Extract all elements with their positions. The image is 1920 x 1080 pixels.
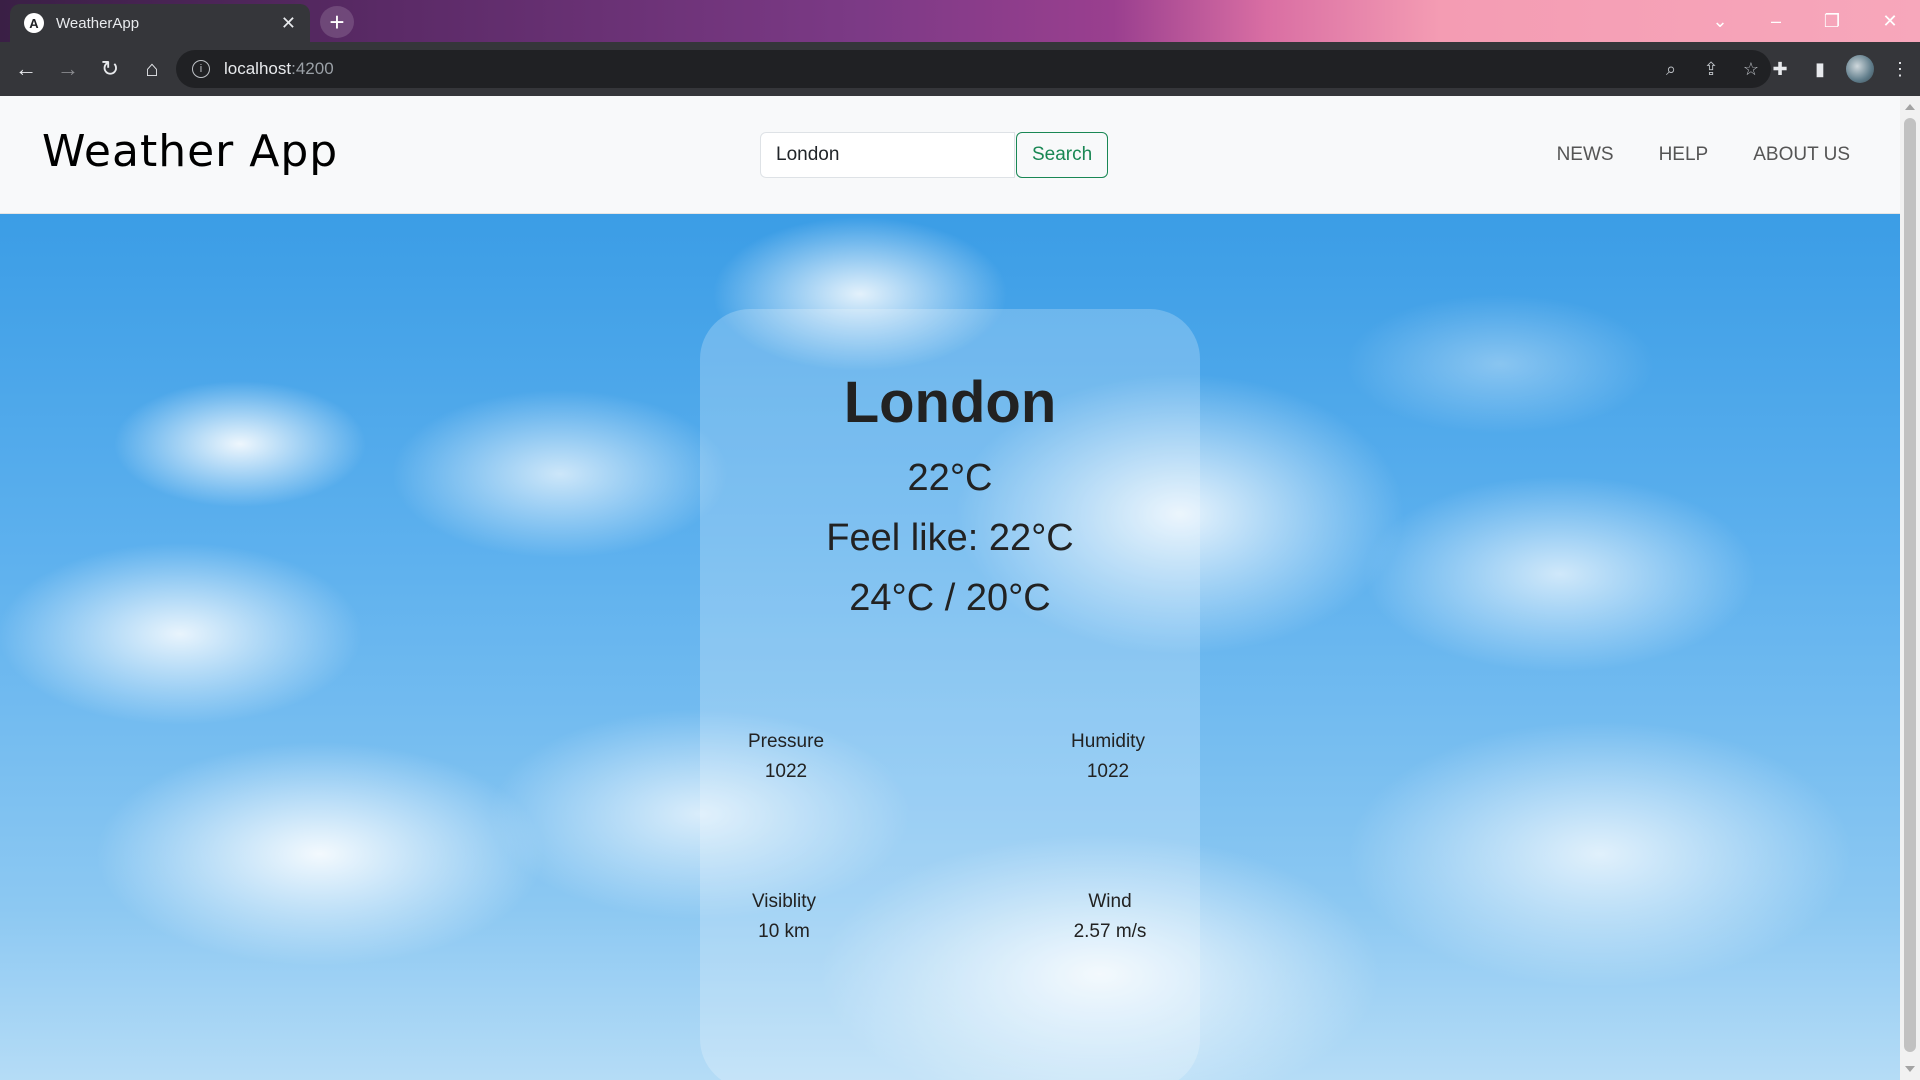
wind-stat: Wind 2.57 m/s xyxy=(1040,887,1180,947)
min-max-temperature: 24°C / 20°C xyxy=(849,577,1051,619)
extensions-icon[interactable]: ✚ xyxy=(1760,59,1800,80)
app-navbar: Weather App Search NEWS HELP ABOUT US xyxy=(0,96,1900,214)
nav-link-help[interactable]: HELP xyxy=(1659,144,1709,166)
humidity-label: Humidity xyxy=(1071,731,1145,752)
minimize-button[interactable]: – xyxy=(1748,0,1804,42)
tab-title: WeatherApp xyxy=(56,14,140,32)
address-bar[interactable]: i localhost:4200 ⌕ ⇪ ☆ xyxy=(176,50,1771,88)
city-search-input[interactable] xyxy=(760,132,1015,178)
side-panel-icon[interactable]: ▮ xyxy=(1800,59,1840,80)
browser-tabstrip: A WeatherApp ✕ + ⌄ – ❐ ✕ xyxy=(0,0,1920,42)
current-temperature: 22°C xyxy=(907,457,993,499)
zoom-icon[interactable]: ⌕ xyxy=(1651,59,1691,80)
wind-value: 2.57 m/s xyxy=(1073,921,1147,942)
back-button[interactable]: ← xyxy=(6,49,46,89)
home-button[interactable]: ⌂ xyxy=(132,49,172,89)
humidity-value: 1022 xyxy=(1086,761,1130,782)
nav-link-news[interactable]: NEWS xyxy=(1557,144,1614,166)
wind-label: Wind xyxy=(1088,891,1132,912)
new-tab-button[interactable]: + xyxy=(320,6,354,38)
url-port: :4200 xyxy=(291,59,334,78)
tab-search-icon[interactable]: ⌄ xyxy=(1692,0,1748,42)
scroll-down-arrow-icon[interactable] xyxy=(1905,1066,1915,1072)
menu-kebab-icon[interactable]: ⋮ xyxy=(1880,59,1920,80)
site-info-icon[interactable]: i xyxy=(192,60,210,78)
app-brand[interactable]: Weather App xyxy=(42,126,338,177)
page-viewport: Weather App Search NEWS HELP ABOUT US Lo… xyxy=(0,96,1900,1080)
profile-avatar[interactable] xyxy=(1846,55,1874,83)
page-scrollbar[interactable] xyxy=(1900,96,1920,1080)
city-name: London xyxy=(843,370,1057,435)
pressure-value: 1022 xyxy=(764,761,808,782)
nav-links: NEWS HELP ABOUT US xyxy=(1512,96,1850,214)
search-form: Search xyxy=(760,132,1109,178)
weather-card: London 22°C Feel like: 22°C 24°C / 20°C … xyxy=(700,309,1200,1080)
scrollbar-thumb[interactable] xyxy=(1904,118,1916,1052)
browser-tab[interactable]: A WeatherApp ✕ xyxy=(10,4,310,42)
pressure-label: Pressure xyxy=(747,731,825,752)
window-close-button[interactable]: ✕ xyxy=(1862,0,1918,42)
url-host: localhost xyxy=(224,59,292,78)
share-icon[interactable]: ⇪ xyxy=(1691,59,1731,80)
reload-button[interactable]: ↻ xyxy=(90,49,130,89)
angular-favicon-icon: A xyxy=(24,13,44,33)
humidity-stat: Humidity 1022 xyxy=(1038,727,1178,787)
visibility-label: Visiblity xyxy=(751,891,817,912)
visibility-value: 10 km xyxy=(758,921,810,942)
visibility-stat: Visiblity 10 km xyxy=(714,887,854,947)
pressure-stat: Pressure 1022 xyxy=(716,727,856,787)
close-tab-icon[interactable]: ✕ xyxy=(281,13,296,34)
restore-button[interactable]: ❐ xyxy=(1804,0,1860,42)
forward-button[interactable]: → xyxy=(48,49,88,89)
browser-toolbar: ← → ↻ ⌂ i localhost:4200 ⌕ ⇪ ☆ ✚ ▮ ⋮ xyxy=(0,42,1920,96)
scroll-up-arrow-icon[interactable] xyxy=(1905,104,1915,110)
nav-link-about-us[interactable]: ABOUT US xyxy=(1753,144,1850,166)
feels-like: Feel like: 22°C xyxy=(826,517,1074,559)
search-button[interactable]: Search xyxy=(1016,132,1109,178)
